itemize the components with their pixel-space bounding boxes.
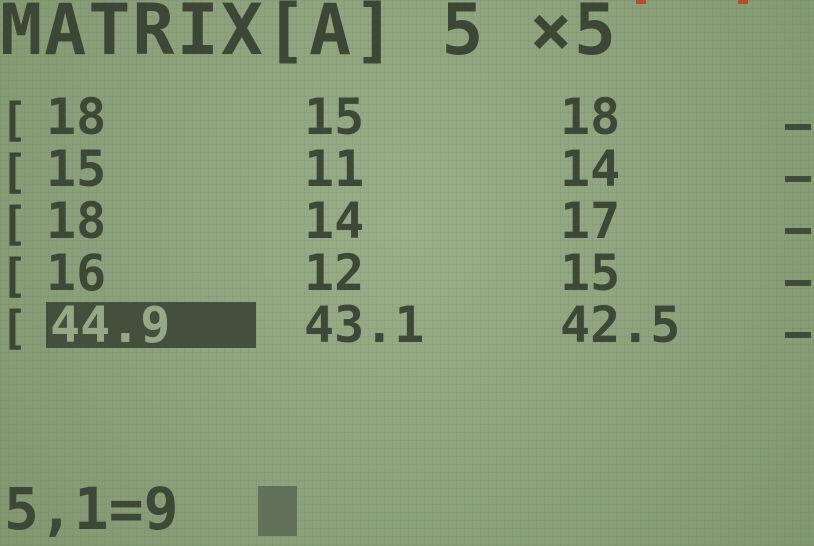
- matrix-cell-1-3[interactable]: 18: [560, 92, 750, 142]
- matrix-cell-3-2[interactable]: 14: [304, 196, 494, 246]
- matrix-row-1: [ 18 15 18: [0, 92, 814, 147]
- row-bracket: [: [0, 249, 28, 303]
- matrix-cell-4-1[interactable]: 16: [46, 248, 256, 298]
- matrix-cell-5-3[interactable]: 42.5: [560, 300, 750, 350]
- matrix-cell-3-3[interactable]: 17: [560, 196, 750, 246]
- matrix-cell-1-1[interactable]: 18: [46, 92, 256, 142]
- matrix-cell-3-1[interactable]: 18: [46, 196, 256, 246]
- row-continuation-indicator: [785, 228, 811, 234]
- matrix-row-2: [ 15 11 14: [0, 144, 814, 199]
- row-continuation-indicator: [785, 280, 811, 286]
- row-bracket: [: [0, 93, 28, 147]
- matrix-row-3: [ 18 14 17: [0, 196, 814, 251]
- row-bracket: [: [0, 197, 28, 251]
- row-continuation-indicator: [785, 124, 811, 130]
- matrix-cell-2-2[interactable]: 11: [304, 144, 494, 194]
- matrix-entry-text: 5,1=9: [4, 475, 179, 543]
- selected-matrix-cell-5-1[interactable]: 44.9: [46, 300, 256, 350]
- matrix-cell-4-3[interactable]: 15: [560, 248, 750, 298]
- row-bracket: [: [0, 145, 28, 199]
- matrix-cell-2-3[interactable]: 14: [560, 144, 750, 194]
- matrix-cell-4-2[interactable]: 12: [304, 248, 494, 298]
- matrix-cell-2-1[interactable]: 15: [46, 144, 256, 194]
- text-cursor: [258, 486, 297, 536]
- row-continuation-indicator: [785, 332, 811, 338]
- row-bracket: [: [0, 301, 28, 355]
- matrix-entry-line[interactable]: 5,1=9: [0, 478, 340, 540]
- row-continuation-indicator: [785, 176, 811, 182]
- matrix-title: MATRIX[A] 5 ×5: [0, 0, 619, 71]
- matrix-row-5: [ 44.9 43.1 42.5: [0, 300, 814, 355]
- matrix-cell-1-2[interactable]: 15: [304, 92, 494, 142]
- matrix-row-4: [ 16 12 15: [0, 248, 814, 303]
- matrix-cell-5-2[interactable]: 43.1: [304, 300, 494, 350]
- calculator-screen: MATRIX[A] 5 ×5 [ 18 15 18 [ 15 11 14 [ 1…: [0, 0, 814, 546]
